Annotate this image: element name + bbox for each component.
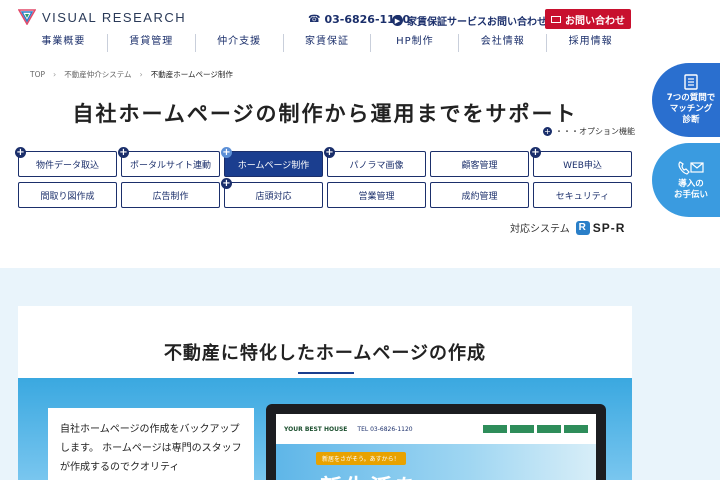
- plus-icon: +: [118, 147, 129, 158]
- screen-header: YOUR BEST HOUSE TEL 03-6826-1120: [276, 414, 596, 444]
- feature-label: パノラマ画像: [349, 160, 404, 171]
- title-underline: [298, 372, 354, 374]
- section-title: 不動産に特化したホームページの作成: [163, 343, 487, 364]
- nav-item-rent-guarantee[interactable]: 家賃保証: [282, 34, 371, 52]
- feature-floorplan[interactable]: 間取り図作成: [18, 182, 117, 208]
- feature-label: 顧客管理: [461, 160, 498, 171]
- guarantee-inquiry-link[interactable]: ▶ 家賃保証サービスお問い合わせ: [392, 13, 547, 28]
- chevron-right-icon: ›: [53, 70, 57, 79]
- sp-r-logo: R SP-R: [575, 220, 626, 235]
- site-header: VISUAL RESEARCH ☎ 03-6826-1120 ▶ 家賃保証サービ…: [0, 0, 720, 62]
- contact-button[interactable]: お問い合わせ: [545, 9, 631, 29]
- supported-system: 対応システム R SP-R: [510, 220, 625, 235]
- breadcrumb-current: 不動産ホームページ制作: [150, 70, 233, 79]
- breadcrumb-top[interactable]: TOP: [30, 70, 45, 79]
- sp-r-mark-icon: R: [575, 220, 590, 235]
- feature-portal-link[interactable]: + ポータルサイト連動: [118, 147, 220, 177]
- nav-item-brokerage-support[interactable]: 仲介支援: [194, 34, 283, 52]
- checklist-icon: [684, 74, 698, 90]
- feature-label: 間取り図作成: [40, 191, 95, 202]
- global-nav: 事業概要 賃貸管理 仲介支援 家賃保証 HP制作 会社情報 採用情報: [20, 34, 634, 52]
- plus-icon: +: [324, 147, 335, 158]
- option-legend: + ・・・オプション機能: [543, 126, 635, 137]
- matching-quiz-button[interactable]: 7つの質問で マッチング 診断: [652, 63, 720, 137]
- nav-item-recruit[interactable]: 採用情報: [546, 34, 634, 52]
- breadcrumb: TOP › 不動産仲介システム › 不動産ホームページ制作: [30, 69, 233, 80]
- screen-ribbon: 新居をさがそう。あすから！: [316, 452, 406, 465]
- plus-icon: +: [221, 178, 232, 189]
- plus-icon: +: [543, 127, 552, 136]
- screen-hero-text: 新生活を: [320, 470, 420, 480]
- logo-mark-icon: [18, 9, 36, 25]
- phone-mail-icon: [678, 160, 704, 175]
- assist-button-label: 導入の お手伝い: [673, 178, 708, 200]
- feature-homepage-production[interactable]: + ホームページ制作: [221, 147, 323, 177]
- breadcrumb-system[interactable]: 不動産仲介システム: [64, 69, 131, 80]
- feature-ad-production[interactable]: 広告制作: [121, 182, 220, 208]
- nav-item-rental-management[interactable]: 賃貸管理: [106, 34, 195, 52]
- feature-sales-management[interactable]: 営業管理: [327, 182, 426, 208]
- monitor-mockup: YOUR BEST HOUSE TEL 03-6826-1120 新居をさがそう…: [266, 404, 606, 480]
- feature-panorama[interactable]: + パノラマ画像: [324, 147, 426, 177]
- feature-grid: + 物件データ取込 + ポータルサイト連動 + ホームページ制作 + パノラマ画像 顧客…: [15, 147, 632, 208]
- feature-web-application[interactable]: + WEB申込: [530, 147, 632, 177]
- feature-label: 店頭対応: [255, 191, 292, 202]
- logo-text: VISUAL RESEARCH: [42, 9, 187, 25]
- option-legend-text: ・・・オプション機能: [555, 127, 635, 136]
- contact-button-label: お問い合わせ: [565, 15, 625, 27]
- quiz-button-label: 7つの質問で マッチング 診断: [666, 93, 716, 125]
- section-banner: 自社ホームページの作成をバックアップします。 ホームページは専門のスタッフが作成…: [18, 378, 632, 480]
- screen-nav: [483, 425, 588, 433]
- monitor-screen: YOUR BEST HOUSE TEL 03-6826-1120 新居をさがそう…: [276, 414, 596, 480]
- feature-contract-management[interactable]: 成約管理: [430, 182, 529, 208]
- screen-hero: 新居をさがそう。あすから！ 新生活を: [276, 444, 596, 480]
- screen-logo: YOUR BEST HOUSE: [284, 425, 348, 433]
- nav-item-hp-production[interactable]: HP制作: [370, 34, 458, 52]
- feature-label: WEB申込: [563, 160, 602, 171]
- onboarding-assist-button[interactable]: 導入の お手伝い: [652, 143, 720, 217]
- chevron-right-icon: ›: [139, 70, 143, 79]
- page-title: 自社ホームページの制作から運用までをサポート: [72, 102, 578, 126]
- plus-icon: +: [221, 147, 232, 158]
- plus-icon: +: [15, 147, 26, 158]
- homepage-section-card: 不動産に特化したホームページの作成 自社ホームページの作成をバックアップします。…: [18, 306, 632, 480]
- system-name: SP-R: [592, 220, 626, 235]
- mail-icon: [551, 15, 561, 23]
- feature-storefront[interactable]: + 店頭対応: [221, 178, 323, 208]
- phone-icon: ☎: [308, 14, 321, 25]
- feature-label: 広告制作: [152, 191, 189, 202]
- feature-property-import[interactable]: + 物件データ取込: [15, 147, 117, 177]
- nav-item-company-info[interactable]: 会社情報: [458, 34, 546, 52]
- feature-label: ホームページ制作: [237, 160, 310, 171]
- system-label: 対応システム: [510, 224, 570, 235]
- screen-tel: TEL 03-6826-1120: [357, 425, 413, 433]
- feature-label: 成約管理: [461, 191, 498, 202]
- feature-security[interactable]: セキュリティ: [533, 182, 632, 208]
- feature-label: ポータルサイト連動: [129, 160, 211, 171]
- section-body-text: 自社ホームページの作成をバックアップします。 ホームページは専門のスタッフが作成…: [48, 408, 254, 480]
- nav-item-business[interactable]: 事業概要: [20, 34, 107, 52]
- plus-icon: +: [530, 147, 541, 158]
- feature-label: 物件データ取込: [35, 160, 99, 171]
- feature-customer-management[interactable]: 顧客管理: [430, 151, 529, 177]
- guarantee-link-label: 家賃保証サービスお問い合わせ: [407, 17, 547, 28]
- feature-label: 営業管理: [358, 191, 395, 202]
- site-logo[interactable]: VISUAL RESEARCH: [18, 9, 186, 25]
- feature-label: セキュリティ: [555, 191, 610, 202]
- arrow-right-icon: ▶: [392, 15, 403, 26]
